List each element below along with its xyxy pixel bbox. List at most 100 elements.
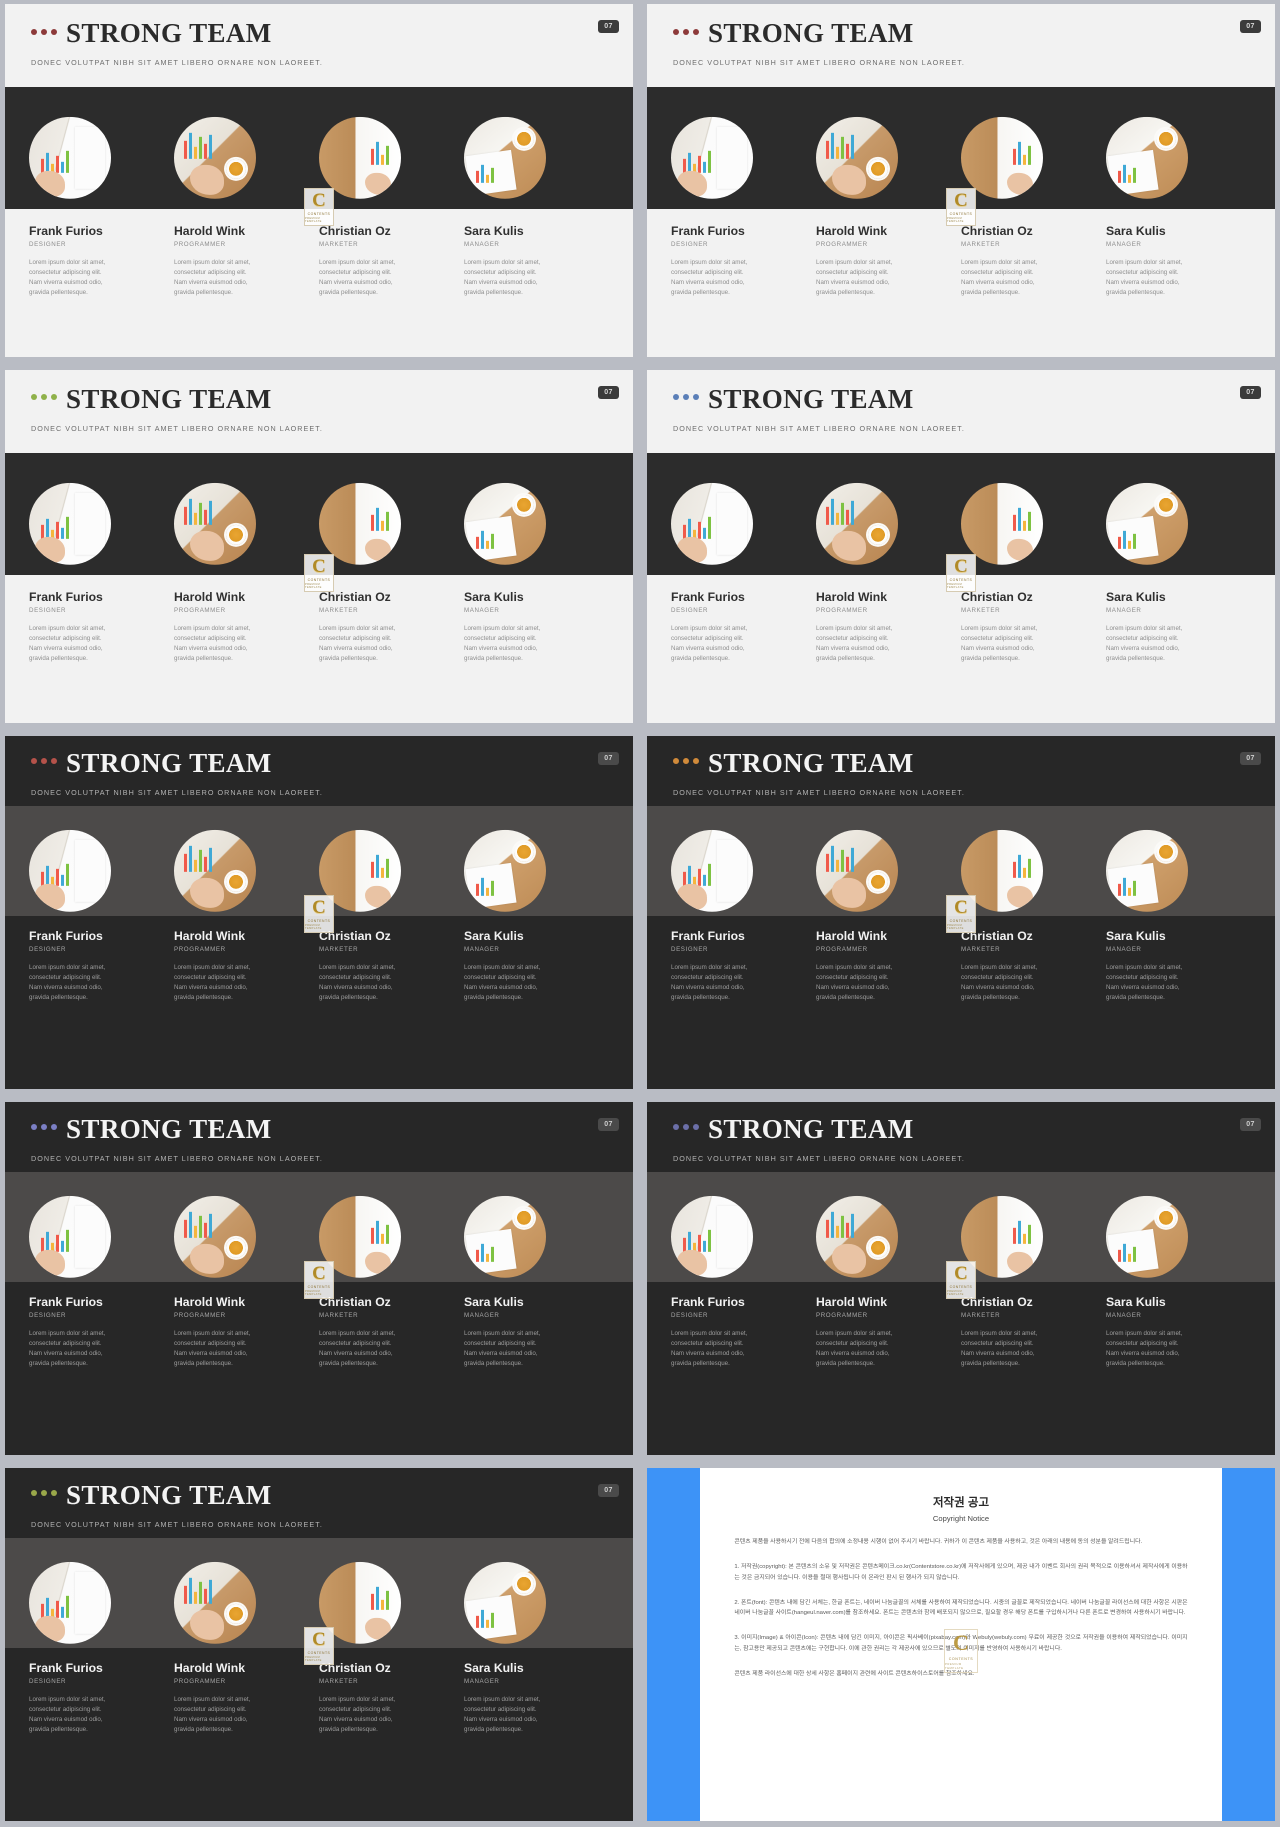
slide-8[interactable]: STRONG TEAM DONEC VOLUTPAT NIBH SIT AMET… [647,1101,1275,1455]
member-desc: Lorem ipsum dolor sit amet, consectetur … [816,964,893,1002]
page-title: STRONG TEAM [66,1479,272,1510]
slide-6[interactable]: STRONG TEAM DONEC VOLUTPAT NIBH SIT AMET… [647,735,1275,1089]
member-card[interactable]: Harold Wink PROGRAMMER Lorem ipsum dolor… [816,1295,961,1370]
member-role: PROGRAMMER [174,1312,226,1320]
member-name: Sara Kulis [464,1660,524,1675]
member-role: PROGRAMMER [174,1678,226,1686]
member-card[interactable]: Harold Wink PROGRAMMER Lorem ipsum dolor… [174,1661,319,1736]
member-card[interactable]: Christian Oz MARKETER Lorem ipsum dolor … [319,928,464,1004]
member-role: DESIGNER [671,607,709,615]
copyright-slide[interactable]: 저작권 공고 Copyright Notice 콘텐츠 제품을 사용하시기 전에… [647,1467,1275,1821]
member-card[interactable]: Frank Furios DESIGNER Lorem ipsum dolor … [29,223,174,299]
slide-header: STRONG TEAM DONEC VOLUTPAT NIBH SIT AMET… [5,4,633,87]
member-name: Sara Kulis [1106,1294,1166,1309]
member-role: MARKETER [319,1312,359,1320]
page-number-badge: 07 [598,20,619,33]
member-card[interactable]: Frank Furios DESIGNER Lorem ipsum dolor … [671,224,816,299]
avatar [29,829,111,912]
member-card[interactable]: Sara Kulis MANAGER Lorem ipsum dolor sit… [1106,1294,1251,1370]
member-name: Frank Furios [29,1660,103,1675]
avatar [816,116,898,199]
member-card[interactable]: Harold Wink PROGRAMMER Lorem ipsum dolor… [816,590,961,665]
member-card[interactable]: Frank Furios DESIGNER Lorem ipsum dolor … [671,1295,816,1370]
member-card[interactable]: Sara Kulis MANAGER Lorem ipsum dolor sit… [1106,224,1251,299]
member-card[interactable]: Frank Furios DESIGNER Lorem ipsum dolor … [29,590,174,665]
page-number-badge: 07 [598,1117,619,1131]
member-desc: Lorem ipsum dolor sit amet, consectetur … [464,1696,541,1734]
member-name: Frank Furios [671,589,745,604]
dots-icon [673,394,699,404]
member-card[interactable]: Sara Kulis MANAGER Lorem ipsum dolor sit… [464,1295,609,1370]
dots-icon [31,28,57,39]
member-role: DESIGNER [671,946,709,954]
member-card[interactable]: Frank Furios DESIGNER Lorem ipsum dolor … [29,1295,174,1370]
member-name: Christian Oz [961,223,1033,238]
watermark-letter: C [312,189,326,211]
member-desc: Lorem ipsum dolor sit amet, consectetur … [319,1696,396,1734]
member-card[interactable]: Christian Oz MARKETER Lorem ipsum dolor … [961,929,1106,1004]
member-name: Sara Kulis [464,589,524,604]
member-card[interactable]: Frank Furios DESIGNER Lorem ipsum dolor … [29,929,174,1004]
member-card[interactable]: Christian Oz MARKETER Lorem ipsum dolor … [319,224,464,299]
avatar [671,1195,753,1278]
avatar [464,116,546,199]
member-role: MARKETER [961,1312,1001,1320]
slide-2[interactable]: STRONG TEAM DONEC VOLUTPAT NIBH SIT AMET… [647,4,1275,357]
avatar [29,116,111,199]
member-card[interactable]: Frank Furios DESIGNER Lorem ipsum dolor … [671,589,816,665]
slide-1[interactable]: STRONG TEAM DONEC VOLUTPAT NIBH SIT AMET… [5,4,633,357]
slide-3[interactable]: STRONG TEAM DONEC VOLUTPAT NIBH SIT AMET… [5,369,633,723]
member-name: Christian Oz [319,928,391,943]
member-card[interactable]: Christian Oz MARKETER Lorem ipsum dolor … [961,590,1106,665]
member-card[interactable]: Harold Wink PROGRAMMER Lorem ipsum dolor… [816,929,961,1004]
member-card[interactable]: Sara Kulis MANAGER Lorem ipsum dolor sit… [1106,590,1251,665]
member-card[interactable]: Sara Kulis MANAGER Lorem ipsum dolor sit… [464,224,609,299]
member-card[interactable]: Frank Furios DESIGNER Lorem ipsum dolor … [29,1660,174,1736]
member-card[interactable]: Sara Kulis MANAGER Lorem ipsum dolor sit… [1106,929,1251,1004]
member-card[interactable]: Harold Wink PROGRAMMER Lorem ipsum dolor… [174,1294,319,1370]
avatar [1106,1195,1188,1278]
dots-icon [673,1124,699,1134]
member-name: Sara Kulis [464,928,524,943]
member-card[interactable]: Christian Oz MARKETER Lorem ipsum dolor … [961,223,1106,299]
watermark-logo: C CONTENTS PREMIUM TEMPLATE [304,187,334,226]
avatar [816,482,898,565]
slide-7[interactable]: STRONG TEAM DONEC VOLUTPAT NIBH SIT AMET… [5,1101,633,1455]
member-card[interactable]: Harold Wink PROGRAMMER Lorem ipsum dolor… [174,929,319,1004]
copyright-heading-ko: 저작권 공고 [932,1496,990,1509]
member-card[interactable]: Sara Kulis MANAGER Lorem ipsum dolor sit… [464,589,609,665]
slide-5[interactable]: STRONG TEAM DONEC VOLUTPAT NIBH SIT AMET… [5,735,633,1089]
slide-header: STRONG TEAM DONEC VOLUTPAT NIBH SIT AMET… [5,1102,633,1173]
watermark-line2: PREMIUM TEMPLATE [305,1655,322,1662]
watermark-line1: CONTENTS [949,918,973,923]
member-desc: Lorem ipsum dolor sit amet, consectetur … [464,1330,541,1368]
avatar [464,1195,546,1278]
member-role: MARKETER [319,607,359,615]
member-desc: Lorem ipsum dolor sit amet, consectetur … [961,964,1038,1002]
member-card[interactable]: Christian Oz MARKETER Lorem ipsum dolor … [319,1295,464,1370]
dots-icon [31,394,57,404]
member-role: DESIGNER [29,946,67,954]
member-name: Frank Furios [29,223,103,238]
member-card[interactable]: Harold Wink PROGRAMMER Lorem ipsum dolor… [816,224,961,299]
avatar [174,116,256,199]
member-card[interactable]: Sara Kulis MANAGER Lorem ipsum dolor sit… [464,928,609,1004]
member-desc: Lorem ipsum dolor sit amet, consectetur … [319,625,396,663]
member-card[interactable]: Christian Oz MARKETER Lorem ipsum dolor … [961,1295,1106,1370]
member-card[interactable]: Frank Furios DESIGNER Lorem ipsum dolor … [671,929,816,1004]
member-card[interactable]: Sara Kulis MANAGER Lorem ipsum dolor sit… [464,1660,609,1736]
page-subtitle: DONEC VOLUTPAT NIBH SIT AMET LIBERO ORNA… [31,787,323,797]
avatar [671,116,753,199]
watermark-logo: C CONTENTS PREMIUM TEMPLATE [946,187,976,226]
member-card[interactable]: Christian Oz MARKETER Lorem ipsum dolor … [319,590,464,665]
member-card[interactable]: Harold Wink PROGRAMMER Lorem ipsum dolor… [174,590,319,665]
member-role: MARKETER [961,607,1001,615]
watermark-line1: CONTENTS [949,211,973,216]
slide-header: STRONG TEAM DONEC VOLUTPAT NIBH SIT AMET… [647,370,1275,453]
member-card[interactable]: Harold Wink PROGRAMMER Lorem ipsum dolor… [174,224,319,299]
member-name: Harold Wink [174,1294,245,1309]
slide-4[interactable]: STRONG TEAM DONEC VOLUTPAT NIBH SIT AMET… [647,369,1275,723]
slide-9[interactable]: STRONG TEAM DONEC VOLUTPAT NIBH SIT AMET… [5,1467,633,1821]
member-card[interactable]: Christian Oz MARKETER Lorem ipsum dolor … [319,1661,464,1736]
page-title: STRONG TEAM [66,1113,272,1144]
